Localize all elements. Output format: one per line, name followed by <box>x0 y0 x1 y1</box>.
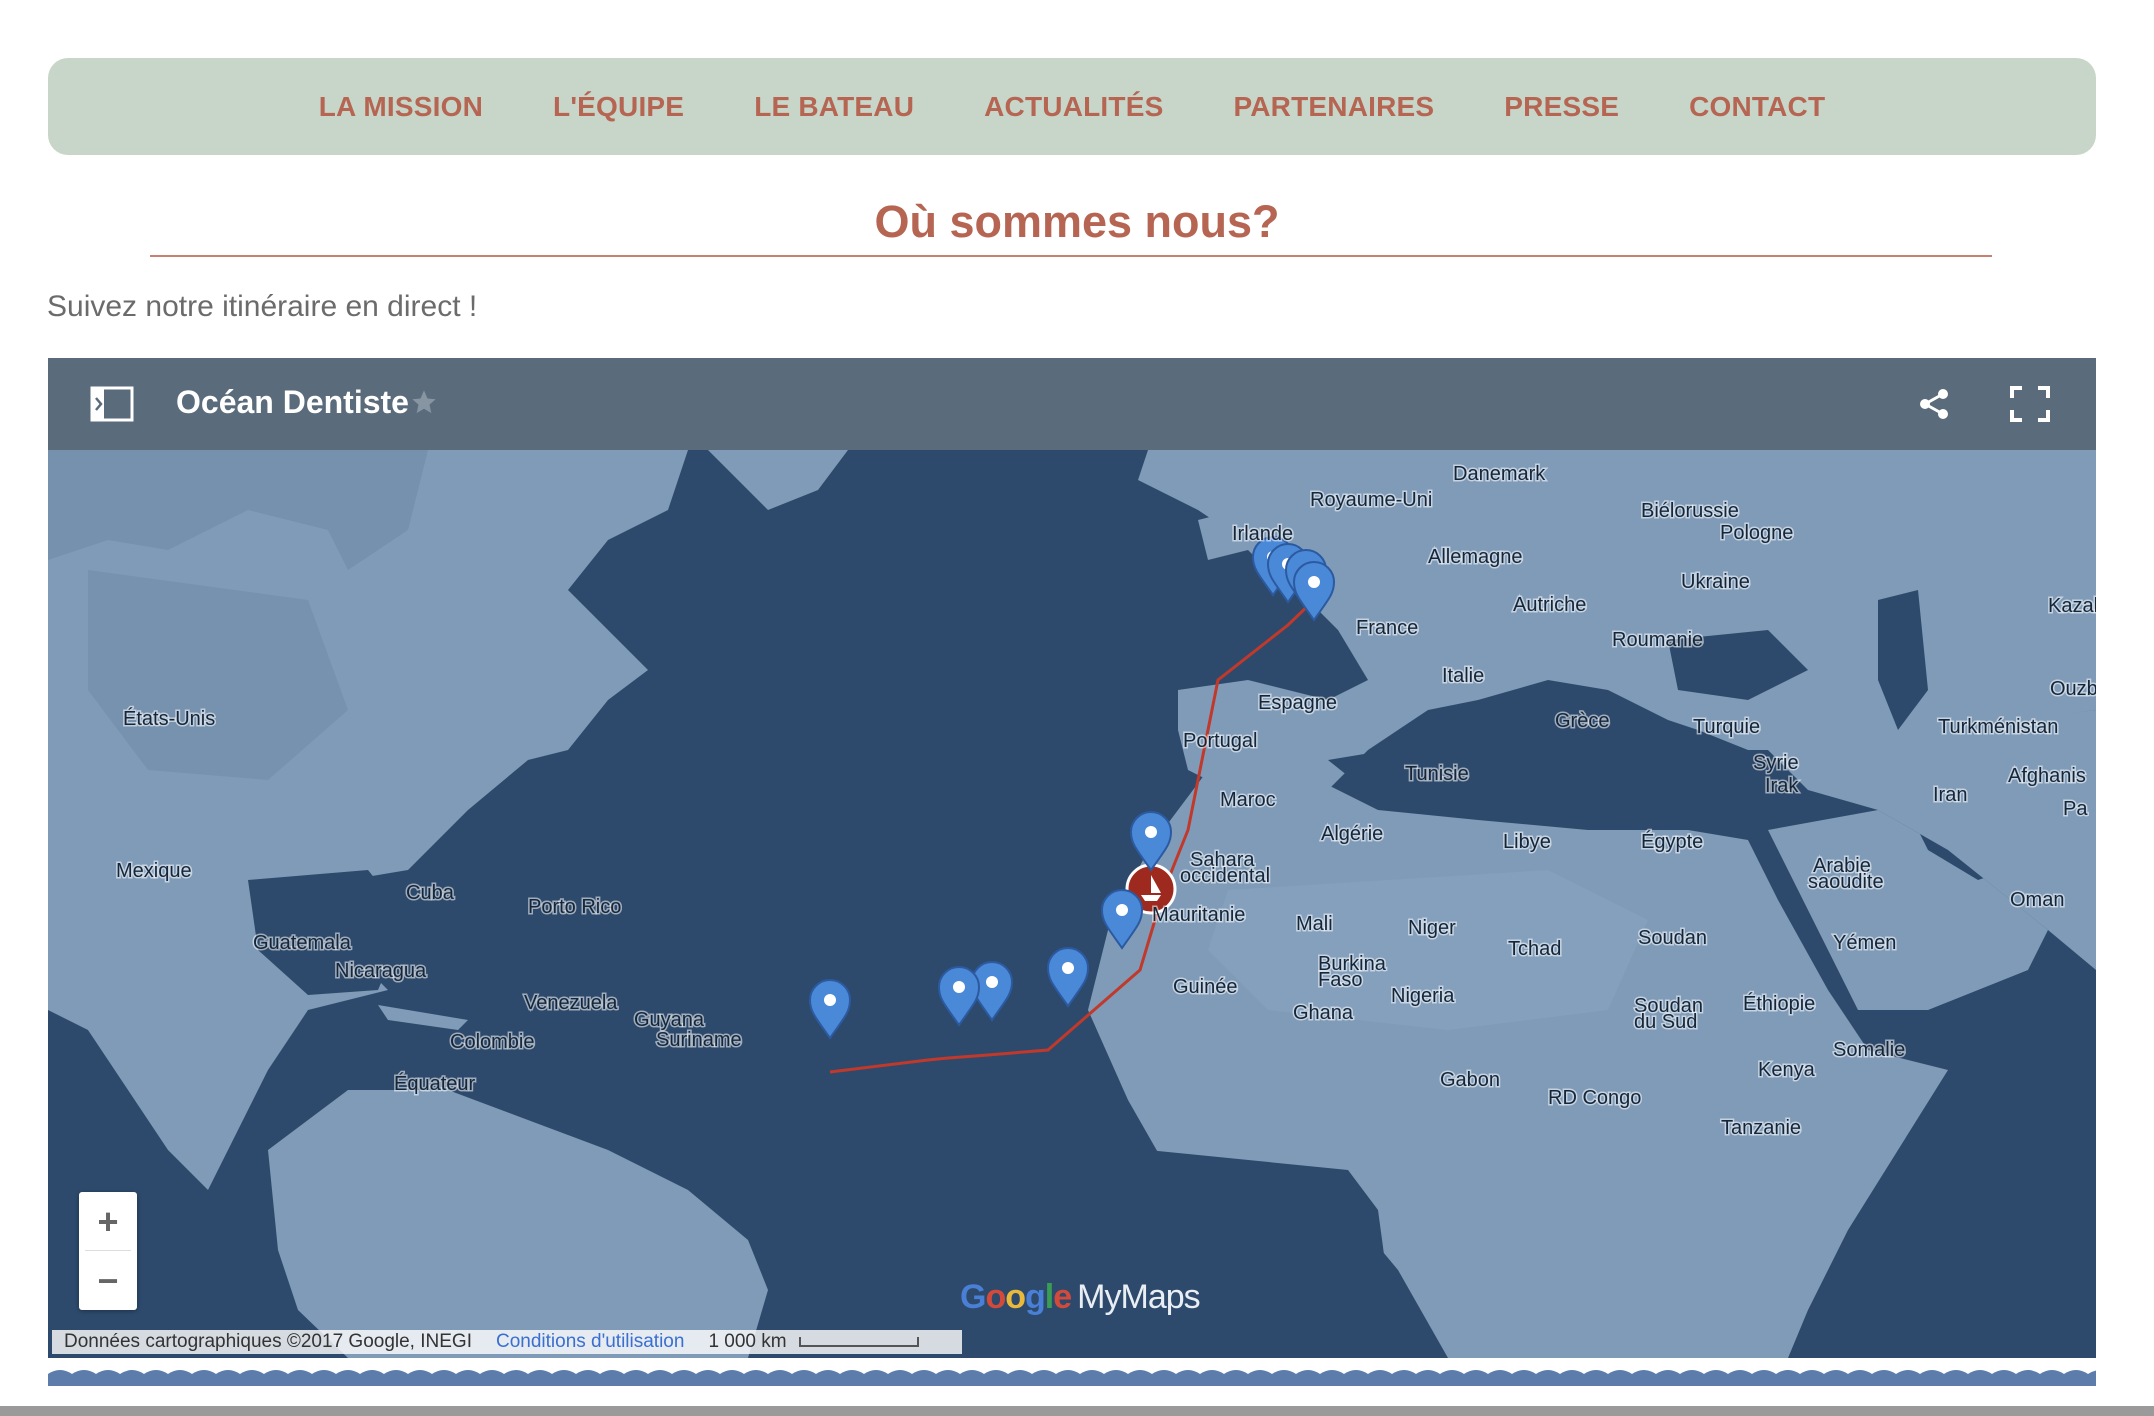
mymaps-text: MyMaps <box>1077 1278 1200 1316</box>
terms-link[interactable]: Conditions d'utilisation <box>496 1331 684 1353</box>
page-subtitle: Suivez notre itinéraire en direct ! <box>47 290 478 323</box>
nav-partenaires[interactable]: PARTENAIRES <box>1233 91 1434 123</box>
map-label: Syrie <box>1753 752 1799 774</box>
map-label: Biélorussie <box>1641 500 1739 522</box>
nav-la-mission[interactable]: LA MISSION <box>319 91 483 123</box>
fullscreen-icon[interactable] <box>2010 386 2050 422</box>
bottom-edge <box>0 1406 2154 1416</box>
map-label: Portugal <box>1183 730 1258 752</box>
map-label: Niger <box>1408 917 1456 939</box>
map-label: occidental <box>1180 865 1270 887</box>
nav-contact[interactable]: CONTACT <box>1689 91 1825 123</box>
map-label: Irlande <box>1232 523 1293 545</box>
map-label: Faso <box>1318 969 1362 991</box>
map-label: Venezuela <box>524 992 618 1014</box>
map-label: Mali <box>1296 913 1333 935</box>
legend-toggle-icon[interactable] <box>90 386 134 422</box>
map-label: Pologne <box>1720 522 1793 544</box>
embedded-map[interactable]: Océan Dentiste Danemark Royaume-Uni Biél… <box>48 358 2096 1358</box>
map-label: Irak <box>1765 775 1799 797</box>
nav-bateau[interactable]: LE BATEAU <box>754 91 914 123</box>
map-label: États-Unis <box>123 707 215 730</box>
map-label: Porto Rico <box>528 896 621 918</box>
map-label: Soudan <box>1638 927 1707 949</box>
map-label: Grèce <box>1555 710 1609 732</box>
map-label: Autriche <box>1513 594 1586 616</box>
map-label: Guyana <box>634 1009 705 1031</box>
zoom-control: + − <box>79 1192 137 1310</box>
map-label: Maroc <box>1220 789 1276 811</box>
map-label: Nicaragua <box>335 960 427 982</box>
nav-actualites[interactable]: ACTUALITÉS <box>984 91 1163 123</box>
star-icon[interactable] <box>410 388 438 416</box>
google-mymaps-logo: Google MyMaps <box>960 1278 1201 1316</box>
map-label: Éthiopie <box>1743 992 1815 1015</box>
map-label: Oman <box>2010 889 2064 911</box>
share-icon[interactable] <box>1916 386 1952 422</box>
map-label: Nigeria <box>1391 985 1455 1007</box>
map-label: Royaume-Uni <box>1310 489 1432 511</box>
map-attribution: Données cartographiques ©2017 Google, IN… <box>64 1331 472 1352</box>
map-label: Guinée <box>1173 976 1238 998</box>
map-label: Cuba <box>406 882 455 904</box>
map-label: Ghana <box>1293 1002 1354 1024</box>
map-title: Océan Dentiste <box>176 384 409 420</box>
map-label: Yémen <box>1833 932 1896 954</box>
map-label: Roumanie <box>1612 629 1703 651</box>
map-label: Italie <box>1442 665 1484 687</box>
main-navigation: LA MISSION L'ÉQUIPE LE BATEAU ACTUALITÉS… <box>48 58 2096 155</box>
map-footer: Données cartographiques ©2017 Google, IN… <box>52 1330 962 1354</box>
map-label: Équateur <box>394 1072 476 1095</box>
map-label: Afghanis <box>2008 765 2086 787</box>
map-label: Tchad <box>1508 938 1561 960</box>
map-label: Algérie <box>1321 823 1383 845</box>
map-label: Iran <box>1933 784 1967 806</box>
map-label: Danemark <box>1453 463 1546 485</box>
map-label: Espagne <box>1258 692 1337 714</box>
title-divider <box>150 255 1992 257</box>
map-label: du Sud <box>1634 1011 1697 1033</box>
map-label: Ouzbékista <box>2050 678 2096 700</box>
scale-bar <box>798 1337 919 1347</box>
map-label: Guatemala <box>253 932 352 954</box>
map-label: Pa <box>2063 798 2088 820</box>
nav-equipe[interactable]: L'ÉQUIPE <box>553 91 684 123</box>
page-title: Où sommes nous? <box>874 196 1280 247</box>
map-label: Mexique <box>116 860 192 882</box>
map-label: Colombie <box>450 1031 534 1053</box>
map-label: Turquie <box>1693 716 1760 738</box>
map-label: Tanzanie <box>1721 1117 1801 1139</box>
map-canvas[interactable]: Danemark Royaume-Uni Biélorussie Irlande Pol… <box>48 450 2096 1358</box>
map-label: Allemagne <box>1428 546 1523 568</box>
zoom-out-button[interactable]: − <box>79 1251 137 1310</box>
map-label: saoudite <box>1808 871 1884 893</box>
scale-label: 1 000 km <box>708 1331 787 1352</box>
map-label: Gabon <box>1440 1069 1500 1091</box>
map-label: Libye <box>1503 831 1551 853</box>
nav-presse[interactable]: PRESSE <box>1504 91 1619 123</box>
map-label: Kazak <box>2048 595 2096 617</box>
map-label: Ukraine <box>1681 571 1750 593</box>
map-label: Suriname <box>656 1029 742 1051</box>
map-label: Tunisie <box>1405 763 1469 785</box>
map-label: Mauritanie <box>1152 904 1245 926</box>
map-label: Somalie <box>1833 1039 1905 1061</box>
zoom-in-button[interactable]: + <box>79 1192 137 1251</box>
map-header: Océan Dentiste <box>48 358 2096 450</box>
wave-divider <box>48 1370 2096 1386</box>
map-label: Kenya <box>1758 1059 1816 1081</box>
map-label: France <box>1356 617 1418 639</box>
map-label: RD Congo <box>1548 1087 1641 1109</box>
map-label: Égypte <box>1641 830 1703 853</box>
map-label: Turkménistan <box>1938 716 2058 738</box>
